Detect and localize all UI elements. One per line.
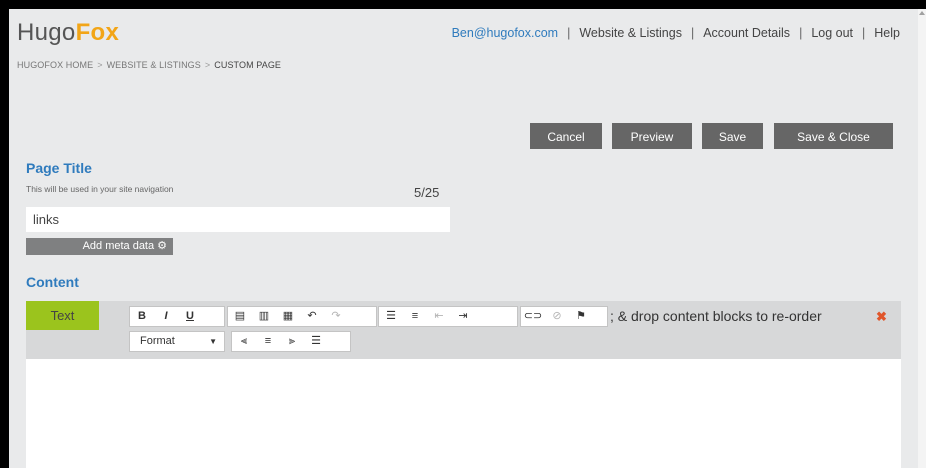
nav-website-listings[interactable]: Website & Listings	[579, 26, 682, 40]
nav-help[interactable]: Help	[874, 26, 900, 40]
top-navigation: Ben@hugofox.com | Website & Listings | Accou…	[452, 26, 900, 40]
paste-word-icon[interactable]: ▦	[276, 307, 300, 326]
align-right-icon[interactable]: ⫸	[280, 332, 304, 351]
paste-icon[interactable]: ▤	[228, 307, 252, 326]
breadcrumb-home[interactable]: HUGOFOX HOME	[17, 60, 93, 70]
bulleted-list-icon[interactable]: ☰	[379, 307, 403, 326]
breadcrumb-website-listings[interactable]: WEBSITE & LISTINGS	[107, 60, 201, 70]
cancel-button[interactable]: Cancel	[530, 123, 602, 149]
italic-button[interactable]: I	[154, 307, 178, 326]
format-label: Format	[140, 335, 175, 347]
character-counter: 5/25	[414, 185, 440, 200]
user-email-link[interactable]: Ben@hugofox.com	[452, 26, 559, 40]
logo-hugo: Hugo	[17, 19, 76, 46]
paste-text-icon[interactable]: ▥	[252, 307, 276, 326]
page-title-input[interactable]	[26, 207, 450, 232]
align-center-icon[interactable]: ≡	[256, 332, 280, 351]
save-button[interactable]: Save	[702, 123, 763, 149]
breadcrumb: HUGOFOX HOME > WEBSITE & LISTINGS > CUSTOM P…	[17, 60, 281, 70]
bold-button[interactable]: B	[130, 307, 154, 326]
logo[interactable]: HugoFox	[17, 19, 119, 47]
scroll-up-icon[interactable]	[919, 11, 925, 15]
save-and-close-button[interactable]: Save & Close	[774, 123, 893, 149]
scrollbar[interactable]	[918, 9, 926, 468]
alignment-group: ⫷ ≡ ⫸ ☰	[231, 331, 351, 352]
nav-separator: |	[799, 26, 803, 40]
add-meta-data-label: Add meta data	[82, 240, 155, 252]
text-style-group: B I U	[129, 306, 225, 327]
breadcrumb-current: CUSTOM PAGE	[214, 60, 282, 70]
text-block-tab[interactable]: Text	[26, 301, 99, 330]
content-block-toolbar: Text B I U ▤ ▥ ▦ ↶ ↷ ☰ ≡ ⇤ ⇥ ⊂⊃ ⊘ ⚑ ; & …	[26, 301, 901, 359]
link-group: ⊂⊃ ⊘ ⚑	[520, 306, 608, 327]
align-justify-icon[interactable]: ☰	[304, 332, 328, 351]
nav-separator: |	[690, 26, 695, 40]
close-icon[interactable]: ✖	[876, 309, 887, 325]
anchor-flag-icon[interactable]: ⚑	[569, 307, 593, 326]
preview-button[interactable]: Preview	[612, 123, 692, 149]
link-icon[interactable]: ⊂⊃	[521, 307, 545, 326]
breadcrumb-separator: >	[204, 60, 211, 70]
nav-separator: |	[862, 26, 866, 40]
chevron-down-icon: ▼	[209, 337, 217, 346]
gear-icon: ⚙	[157, 240, 167, 252]
list-indent-group: ☰ ≡ ⇤ ⇥	[378, 306, 518, 327]
add-meta-data-button[interactable]: Add meta data ⚙	[26, 238, 173, 255]
drag-drop-message: ; & drop content blocks to re-order	[610, 308, 822, 324]
page-title-heading: Page Title	[26, 160, 92, 176]
indent-icon[interactable]: ⇥	[451, 307, 475, 326]
app-frame: HugoFox Ben@hugofox.com | Website & Listin…	[9, 9, 918, 468]
logo-fox: Fox	[75, 19, 120, 46]
numbered-list-icon[interactable]: ≡	[403, 307, 427, 326]
content-editor-area[interactable]	[26, 359, 901, 468]
underline-button[interactable]: U	[178, 307, 202, 326]
nav-logout[interactable]: Log out	[811, 26, 853, 40]
nav-account-details[interactable]: Account Details	[703, 26, 790, 40]
page-title-hint: This will be used in your site navigatio…	[26, 184, 174, 194]
outdent-icon[interactable]: ⇤	[427, 307, 451, 326]
align-left-icon[interactable]: ⫷	[232, 332, 256, 351]
redo-icon[interactable]: ↷	[324, 307, 348, 326]
undo-icon[interactable]: ↶	[300, 307, 324, 326]
breadcrumb-separator: >	[97, 60, 103, 70]
unlink-icon[interactable]: ⊘	[545, 307, 569, 326]
content-heading: Content	[26, 274, 79, 290]
format-select[interactable]: Format ▼	[129, 331, 225, 352]
clipboard-history-group: ▤ ▥ ▦ ↶ ↷	[227, 306, 377, 327]
nav-separator: |	[567, 26, 571, 40]
